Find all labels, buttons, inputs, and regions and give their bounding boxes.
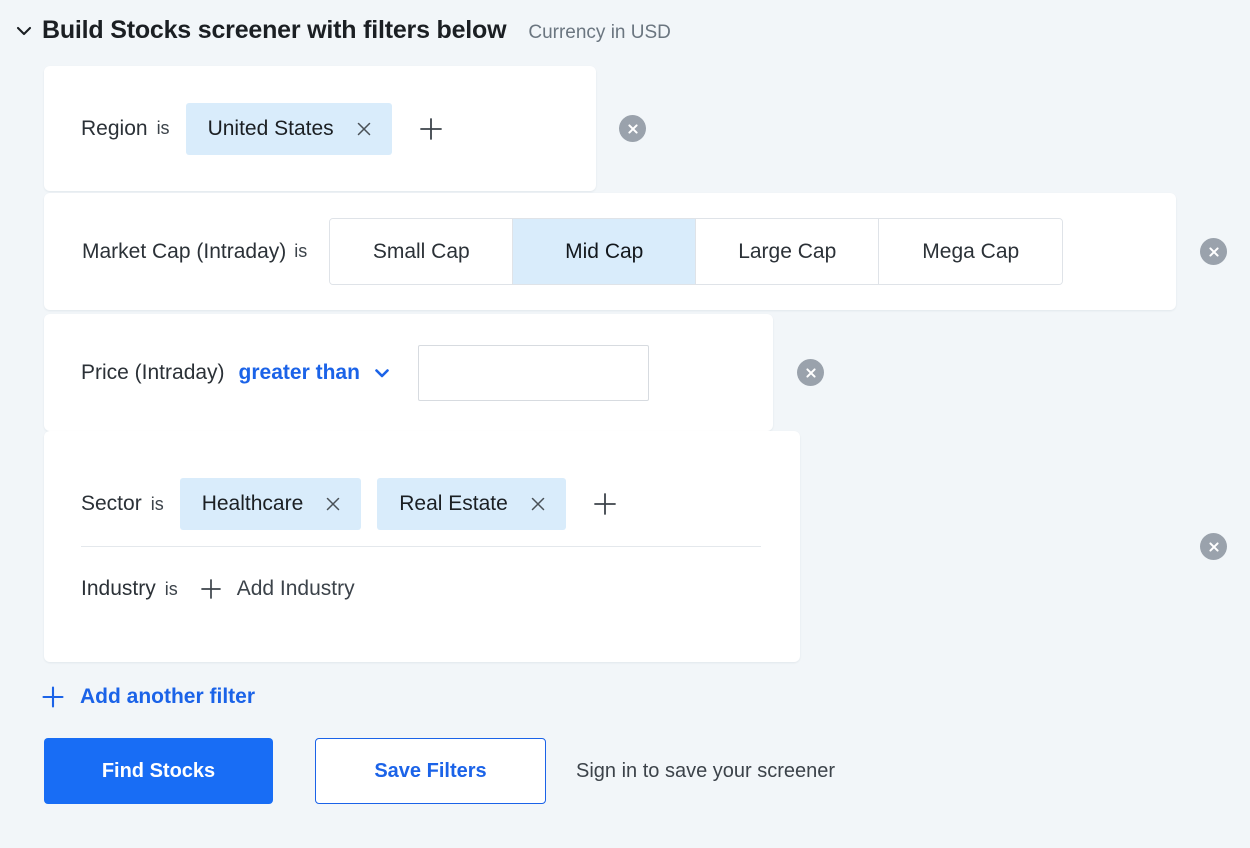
tag-sector-healthcare[interactable]: Healthcare xyxy=(179,478,362,530)
tag-label: Healthcare xyxy=(201,492,304,515)
close-icon[interactable] xyxy=(354,119,374,139)
chevron-down-icon[interactable] xyxy=(372,363,392,383)
signin-note: Sign in to save your screener xyxy=(576,759,836,782)
remove-filter-sector-button[interactable] xyxy=(1200,533,1227,560)
price-value-input[interactable] xyxy=(417,344,649,401)
close-icon[interactable] xyxy=(323,494,343,514)
filter-row-price: Price (Intraday) greater than xyxy=(0,314,1250,431)
add-industry-label: Add Industry xyxy=(236,577,355,600)
filter-operator-region: is xyxy=(156,118,170,138)
remove-filter-price-button[interactable] xyxy=(797,359,824,386)
filter-row-sector: Sector is Healthcare Real Estate Industr… xyxy=(0,431,1250,662)
tag-region-united-states[interactable]: United States xyxy=(185,102,392,155)
filter-label-market-cap: Market Cap (Intraday) xyxy=(82,239,287,263)
add-industry-button[interactable]: Add Industry xyxy=(198,576,355,602)
segment-mega-cap[interactable]: Mega Cap xyxy=(879,219,1063,284)
screener-header: Build Stocks screener with filters below… xyxy=(0,0,1250,56)
add-another-filter-button[interactable]: Add another filter xyxy=(40,684,255,710)
remove-filter-region-button[interactable] xyxy=(619,115,646,142)
save-filters-button[interactable]: Save Filters xyxy=(315,738,546,804)
filter-card-price: Price (Intraday) greater than xyxy=(44,314,773,431)
filter-label-industry: Industry xyxy=(81,577,156,600)
filter-label-region: Region xyxy=(81,116,148,140)
price-operator-select[interactable]: greater than xyxy=(239,361,392,385)
industry-sub-row: Industry is Add Industry xyxy=(81,547,800,631)
tag-label: United States xyxy=(207,116,334,140)
sector-sub-row: Sector is Healthcare Real Estate xyxy=(81,462,800,546)
plus-icon[interactable] xyxy=(588,487,622,521)
filter-operator-market-cap: is xyxy=(294,241,308,261)
filter-label-price: Price (Intraday) xyxy=(81,360,225,384)
tag-label: Real Estate xyxy=(399,492,508,515)
filter-list: Region is United States Market Cap (Intr… xyxy=(0,66,1250,662)
page-title: Build Stocks screener with filters below xyxy=(42,16,507,44)
action-bar: Find Stocks Save Filters Sign in to save… xyxy=(44,738,1250,804)
filter-card-region: Region is United States xyxy=(44,66,596,191)
filter-operator-sector: is xyxy=(150,493,164,514)
add-another-filter-label: Add another filter xyxy=(80,685,256,708)
close-icon[interactable] xyxy=(528,494,548,514)
plus-icon[interactable] xyxy=(414,112,448,146)
chevron-down-icon[interactable] xyxy=(10,17,38,45)
filter-card-market-cap: Market Cap (Intraday) is Small Cap Mid C… xyxy=(44,193,1176,310)
remove-filter-market-cap-button[interactable] xyxy=(1200,238,1227,265)
plus-icon xyxy=(198,576,224,602)
plus-icon xyxy=(40,684,66,710)
price-operator-label: greater than xyxy=(238,360,360,384)
currency-note: Currency in USD xyxy=(528,22,671,43)
segment-small-cap[interactable]: Small Cap xyxy=(330,219,514,284)
filter-operator-industry: is xyxy=(164,578,178,599)
market-cap-segmented-control: Small Cap Mid Cap Large Cap Mega Cap xyxy=(329,218,1064,285)
segment-large-cap[interactable]: Large Cap xyxy=(696,219,880,284)
find-stocks-button[interactable]: Find Stocks xyxy=(44,738,273,804)
filter-card-sector: Sector is Healthcare Real Estate Industr… xyxy=(44,431,800,662)
filter-row-region: Region is United States xyxy=(0,66,1250,191)
tag-sector-real-estate[interactable]: Real Estate xyxy=(377,478,566,530)
segment-mid-cap[interactable]: Mid Cap xyxy=(513,219,697,284)
filter-row-market-cap: Market Cap (Intraday) is Small Cap Mid C… xyxy=(0,193,1250,310)
filter-label-sector: Sector xyxy=(81,492,142,515)
